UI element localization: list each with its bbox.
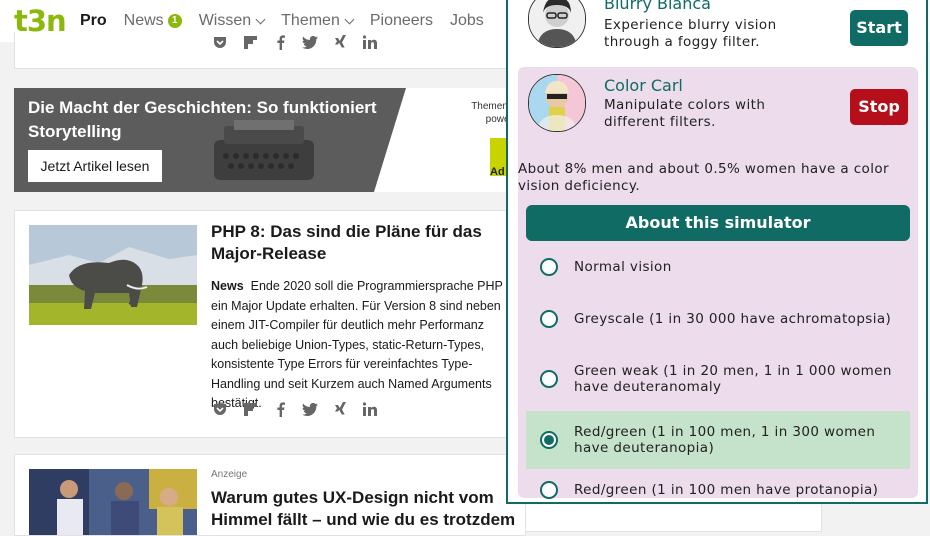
- share-bar: [211, 401, 391, 417]
- color-deficiency-stat: About 8% men and about 0.5% women have a…: [518, 161, 889, 194]
- option-label: Green weak (1 in 20 men, 1 in 1 000 wome…: [574, 362, 892, 396]
- nav-item-wissen[interactable]: Wissen: [198, 12, 266, 30]
- twitter-icon[interactable]: [301, 34, 319, 50]
- simulator-color-carl: Color Carl Manipulate colors with differ…: [518, 67, 918, 499]
- filter-option-deuteranopia[interactable]: Red/green (1 in 100 men, 1 in 300 women …: [526, 411, 910, 469]
- article-body: Ende 2020 soll die Programmiersprache PH…: [211, 279, 503, 410]
- radio-button[interactable]: [540, 370, 558, 388]
- read-article-button[interactable]: Jetzt Artikel lesen: [28, 150, 162, 182]
- start-button[interactable]: Start: [850, 10, 908, 46]
- elephant-image[interactable]: [29, 225, 197, 325]
- nav-item-pro[interactable]: Pro: [80, 12, 107, 30]
- flipboard-icon[interactable]: [241, 34, 259, 50]
- nav-item-label: Jobs: [450, 12, 484, 29]
- filter-option-deuteranomaly[interactable]: Green weak (1 in 20 men, 1 in 1 000 wome…: [526, 351, 910, 407]
- ad-label: Anzeige: [211, 469, 248, 480]
- option-label: Normal vision: [574, 258, 672, 275]
- simulator-blurry-bianca: Blurry Bianca Experience blurry vision t…: [518, 0, 918, 56]
- about-simulator-button[interactable]: About this simulator: [526, 205, 910, 241]
- article-tag: News: [211, 279, 244, 293]
- nav-item-jobs[interactable]: Jobs: [450, 12, 484, 30]
- team-photo-image[interactable]: [29, 469, 197, 535]
- xing-icon[interactable]: [331, 34, 349, 50]
- nav-item-label: News: [123, 12, 164, 29]
- twitter-icon[interactable]: [301, 401, 319, 417]
- filter-option-normal[interactable]: Normal vision: [526, 247, 910, 287]
- nav-item-pioneers[interactable]: Pioneers: [370, 12, 433, 30]
- nav-item-themen[interactable]: Themen: [281, 12, 355, 30]
- radio-button[interactable]: [540, 258, 558, 276]
- vision-simulator-panel: Blurry Bianca Experience blurry vision t…: [506, 0, 928, 504]
- nav-item-label: Wissen: [198, 12, 252, 29]
- option-label: Greyscale (1 in 30 000 have achromatopsi…: [574, 310, 892, 327]
- sponsored-banner[interactable]: Die Macht der Geschichten: So funktionie…: [14, 88, 524, 192]
- sponsor-logo-text: Ad: [490, 166, 505, 178]
- nav-item-news[interactable]: News 1: [124, 12, 182, 30]
- nav-item-label: Pioneers: [369, 12, 433, 29]
- filter-option-greyscale[interactable]: Greyscale (1 in 30 000 have achromatopsi…: [526, 287, 910, 351]
- nav-item-label: Themen: [281, 12, 340, 29]
- xing-icon[interactable]: [331, 401, 349, 417]
- article-card[interactable]: PHP 8: Das sind die Pläne für das Major-…: [14, 210, 526, 438]
- facebook-icon[interactable]: [271, 401, 289, 417]
- radio-dot: [544, 435, 554, 445]
- radio-button[interactable]: [540, 481, 558, 499]
- radio-button[interactable]: [540, 310, 558, 328]
- pocket-icon[interactable]: [211, 401, 229, 417]
- blurry-bianca-avatar: [528, 0, 586, 48]
- article-title[interactable]: Warum gutes UX-Design nicht vom Himmel f…: [211, 487, 521, 531]
- option-label: Red/green (1 in 100 men, 1 in 300 women …: [574, 423, 876, 457]
- linkedin-icon[interactable]: [361, 401, 379, 417]
- simulator-description: Manipulate colors with different filters…: [604, 97, 766, 130]
- nav-item-label: Pro: [80, 12, 107, 29]
- chevron-down-icon: [344, 14, 355, 24]
- filter-option-protanopia[interactable]: Red/green (1 in 100 men have protanopia): [526, 469, 910, 502]
- simulator-description: Experience blurry vision through a foggy…: [604, 17, 777, 50]
- stop-button[interactable]: Stop: [850, 89, 908, 125]
- pocket-icon[interactable]: [211, 34, 229, 50]
- share-bar: [211, 34, 391, 50]
- sponsored-article-card[interactable]: Anzeige Warum gutes UX-Design nicht vom …: [14, 454, 526, 536]
- facebook-icon[interactable]: [271, 34, 289, 50]
- notification-badge: 1: [167, 14, 182, 28]
- simulator-name: Blurry Bianca: [604, 0, 711, 13]
- option-label: Red/green (1 in 100 men have protanopia): [574, 481, 879, 498]
- banner-title: Die Macht der Geschichten: So funktionie…: [28, 98, 377, 141]
- linkedin-icon[interactable]: [361, 34, 379, 50]
- radio-button-selected[interactable]: [540, 431, 558, 449]
- filter-options-list: Normal vision Greyscale (1 in 30 000 hav…: [526, 247, 910, 502]
- article-title[interactable]: PHP 8: Das sind die Pläne für das Major-…: [211, 221, 511, 265]
- flipboard-icon[interactable]: [241, 401, 259, 417]
- article-teaser: News Ende 2020 soll die Programmiersprac…: [211, 277, 511, 414]
- chevron-down-icon: [255, 14, 266, 24]
- simulator-name: Color Carl: [604, 76, 683, 95]
- previous-article-card: [14, 32, 526, 69]
- color-carl-avatar: [528, 74, 586, 132]
